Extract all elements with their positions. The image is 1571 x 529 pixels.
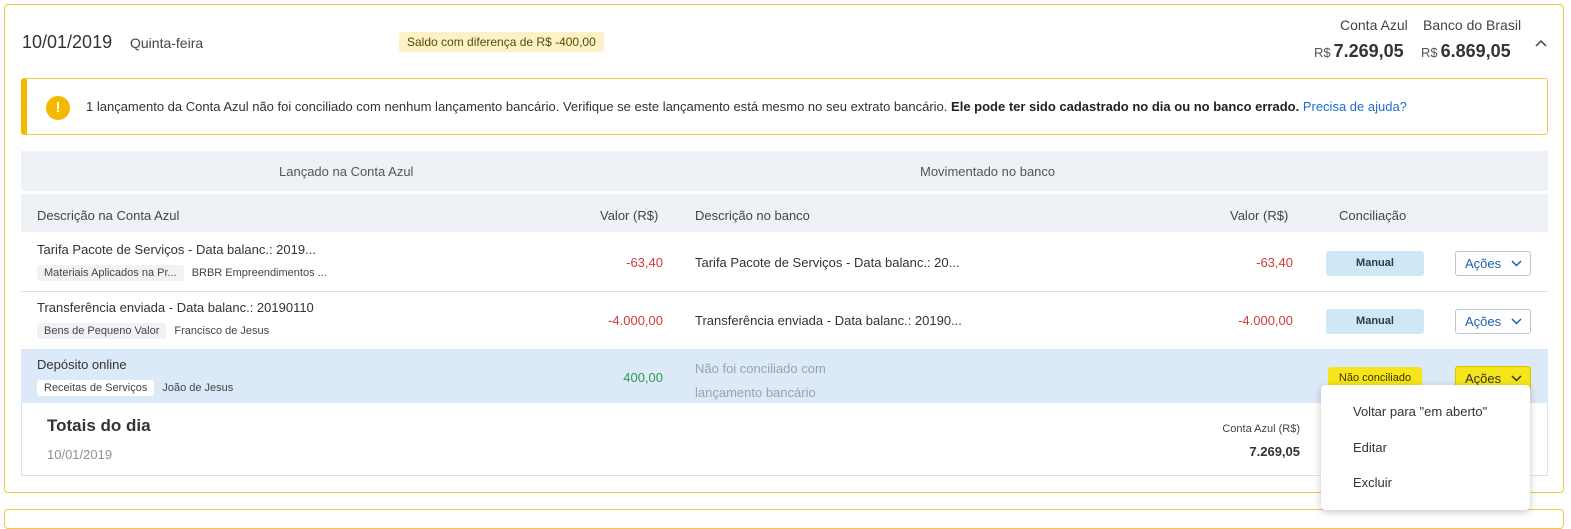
row-bank-description: Tarifa Pacote de Serviços - Data balanc.…: [695, 255, 960, 270]
next-day-card: [4, 509, 1564, 529]
chevron-down-icon: [1511, 310, 1522, 342]
day-date: 10/01/2019: [22, 32, 113, 52]
actions-button[interactable]: Ações: [1455, 309, 1531, 334]
col-conciliacao: Conciliação: [1339, 208, 1407, 223]
row-description: Transferência enviada - Data balanc.: 20…: [37, 300, 314, 315]
balance-label-conta-azul: Conta Azul: [1340, 17, 1408, 33]
row-value: -63,40: [626, 255, 663, 270]
balance-value-conta-azul: R$ 7.269,05: [1314, 41, 1404, 61]
contact-tag: João de Jesus: [162, 382, 234, 394]
alert-message: 1 lançamento da Conta Azul não foi conci…: [86, 99, 1407, 114]
row-value: 400,00: [623, 370, 663, 385]
table-row[interactable]: Transferência enviada - Data balanc.: 20…: [21, 293, 1548, 350]
chevron-up-icon[interactable]: [1533, 35, 1549, 51]
group-banco: Movimentado no banco: [920, 164, 1056, 179]
table-group-header: Lançado na Conta Azul Movimentado no ban…: [21, 151, 1548, 191]
help-link[interactable]: Precisa de ajuda?: [1303, 99, 1407, 114]
group-conta-azul: Lançado na Conta Azul: [279, 164, 414, 179]
row-value: -4.000,00: [608, 313, 663, 328]
contact-tag: Francisco de Jesus: [174, 325, 270, 337]
actions-button[interactable]: Ações: [1455, 251, 1531, 276]
row-description: Depósito online: [37, 357, 127, 372]
table-row[interactable]: Tarifa Pacote de Serviços - Data balanc.…: [21, 235, 1548, 292]
contact-tag: BRBR Empreendimentos ...: [191, 267, 327, 279]
row-bank-description: Transferência enviada - Data balanc.: 20…: [695, 313, 962, 328]
day-weekday: Quinta-feira: [130, 35, 204, 51]
warning-icon: !: [46, 96, 70, 120]
balance-diff-badge: Saldo com diferença de R$ -400,00: [399, 32, 604, 52]
status-badge: Manual: [1326, 309, 1424, 334]
totals-date: 10/01/2019: [47, 447, 113, 462]
totals-value: 7.269,05: [1249, 444, 1300, 459]
balance-label-banco: Banco do Brasil: [1423, 17, 1522, 33]
category-tag: Bens de Pequeno Valor: [37, 323, 167, 339]
row-bank-value: -4.000,00: [1238, 313, 1293, 328]
menu-item-voltar-em-aberto[interactable]: Voltar para "em aberto": [1353, 404, 1487, 419]
category-tag: Materiais Aplicados na Pr...: [37, 265, 184, 281]
col-valor-conta-azul: Valor (R$): [600, 208, 659, 223]
status-badge: Manual: [1326, 251, 1424, 276]
row-description: Tarifa Pacote de Serviços - Data balanc.…: [37, 242, 316, 257]
row-bank-unreconciled: Não foi conciliado com lançamento bancár…: [695, 361, 826, 400]
table-column-header: Descrição na Conta Azul Valor (R$) Descr…: [21, 194, 1548, 232]
totals-title: Totais do dia: [47, 416, 151, 435]
day-totals: Totais do dia 10/01/2019 Conta Azul (R$)…: [21, 403, 1548, 476]
unreconciled-alert: ! 1 lançamento da Conta Azul não foi con…: [21, 78, 1548, 135]
menu-item-excluir[interactable]: Excluir: [1353, 475, 1392, 490]
row-bank-value: -63,40: [1256, 255, 1293, 270]
table-row[interactable]: Depósito online Receitas de Serviços Joã…: [21, 350, 1548, 407]
category-tag: Receitas de Serviços: [37, 380, 155, 396]
col-valor-banco: Valor (R$): [1230, 208, 1289, 223]
col-descricao-banco: Descrição no banco: [695, 208, 810, 223]
col-descricao-conta-azul: Descrição na Conta Azul: [37, 208, 180, 223]
menu-item-editar[interactable]: Editar: [1353, 440, 1387, 455]
balance-value-banco: R$ 6.869,05: [1421, 41, 1511, 61]
chevron-down-icon: [1511, 252, 1522, 284]
totals-label: Conta Azul (R$): [1222, 423, 1300, 435]
actions-dropdown-menu: Voltar para "em aberto" Editar Excluir: [1321, 385, 1530, 510]
